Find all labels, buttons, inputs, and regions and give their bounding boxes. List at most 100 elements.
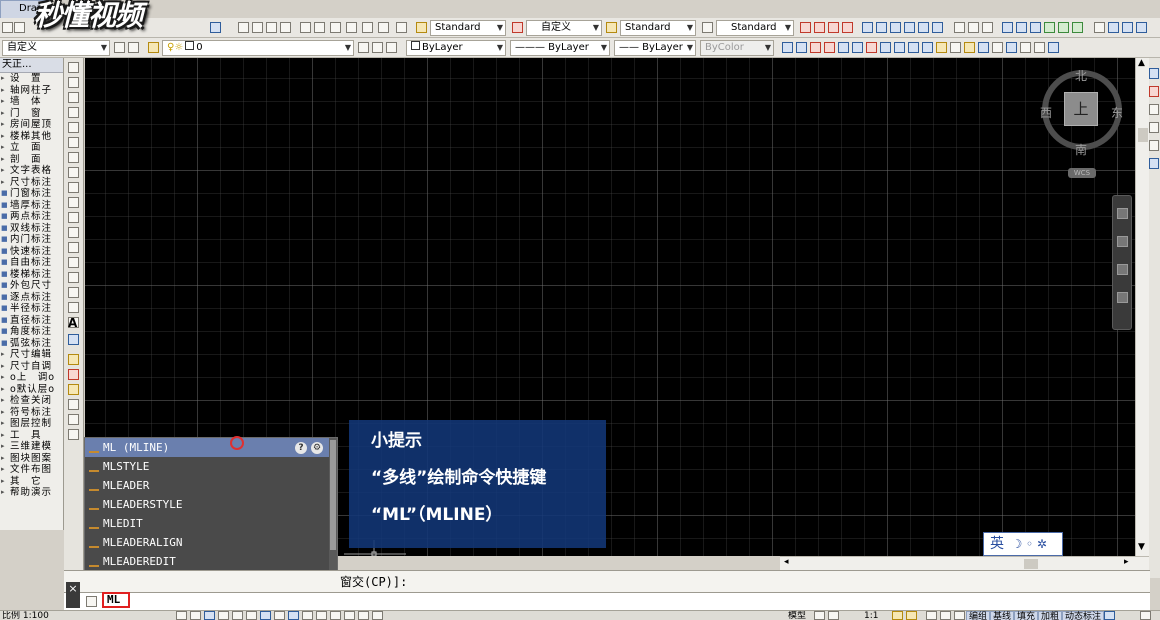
circle-icon[interactable] bbox=[68, 152, 79, 163]
tz-menu-item[interactable]: 检查关闭 bbox=[0, 395, 63, 407]
steering-wheel-icon[interactable] bbox=[1117, 208, 1128, 219]
help-icon[interactable]: ? bbox=[295, 442, 307, 454]
zoom-realtime-icon[interactable] bbox=[252, 22, 263, 33]
command-input[interactable]: ML bbox=[102, 592, 130, 608]
polygon-icon[interactable] bbox=[68, 107, 79, 118]
tz-draw-4-icon[interactable] bbox=[68, 399, 79, 410]
vertical-scrollbar[interactable]: ▲ ▼ bbox=[1135, 58, 1149, 556]
gradient-icon[interactable] bbox=[68, 287, 79, 298]
status-toggle-button[interactable]: 编组 bbox=[966, 611, 991, 620]
status-toggle-button[interactable]: 动态标注 bbox=[1062, 611, 1105, 620]
dyn-icon[interactable] bbox=[274, 611, 285, 620]
tz-menu-item[interactable]: 门窗标注 bbox=[0, 188, 63, 200]
zoom-nav-icon[interactable] bbox=[1117, 264, 1128, 275]
layer-manager-icon[interactable] bbox=[148, 42, 159, 53]
workspace-settings-icon[interactable] bbox=[114, 42, 125, 53]
dim-linear-icon[interactable] bbox=[800, 22, 811, 33]
right-tool-6-icon[interactable] bbox=[1149, 158, 1159, 169]
scroll-up-icon[interactable]: ▲ bbox=[1138, 58, 1145, 68]
right-tool-1-icon[interactable] bbox=[1149, 68, 1159, 79]
dim-style-manager-icon[interactable] bbox=[1108, 22, 1119, 33]
tz-draw-3-icon[interactable] bbox=[68, 384, 79, 395]
horizontal-scrollbar[interactable]: ◂ ▸ bbox=[780, 556, 1150, 570]
revision-cloud-icon[interactable] bbox=[68, 167, 79, 178]
tz-menu-item[interactable]: 尺寸自调 bbox=[0, 361, 63, 373]
autocomplete-item[interactable]: MLEADEREDIT bbox=[85, 552, 331, 571]
tz-tool-9-icon[interactable] bbox=[894, 42, 905, 53]
tz-tool-7-icon[interactable] bbox=[866, 42, 877, 53]
tz-tool-8-icon[interactable] bbox=[880, 42, 891, 53]
calculator-icon[interactable] bbox=[378, 22, 389, 33]
tz-menu-item[interactable]: 轴网柱子 bbox=[0, 85, 63, 97]
design-center-icon[interactable] bbox=[314, 22, 325, 33]
sheet-set-icon[interactable] bbox=[346, 22, 357, 33]
tz-menu-item[interactable]: 自由标注 bbox=[0, 257, 63, 269]
settings-icon[interactable]: ⚙ bbox=[311, 442, 323, 454]
layer-states-icon[interactable] bbox=[386, 42, 397, 53]
scroll-down-icon[interactable]: ▼ bbox=[1138, 542, 1145, 552]
right-tool-5-icon[interactable] bbox=[1149, 140, 1159, 151]
tz-menu-item[interactable]: 逐点标注 bbox=[0, 292, 63, 304]
osnap-icon[interactable] bbox=[232, 611, 243, 620]
center-mark-icon[interactable] bbox=[1016, 22, 1027, 33]
dim-jogged-icon[interactable] bbox=[876, 22, 887, 33]
clean-screen-icon[interactable] bbox=[1104, 611, 1115, 620]
polyline-icon[interactable] bbox=[68, 92, 79, 103]
dim-edit-icon[interactable] bbox=[1058, 22, 1069, 33]
tz-menu-item[interactable]: o上 调o bbox=[0, 372, 63, 384]
status-toggle-button[interactable]: 填充 bbox=[1014, 611, 1039, 620]
tz-tool-16-icon[interactable] bbox=[992, 42, 1003, 53]
tz-tool-3-icon[interactable] bbox=[810, 42, 821, 53]
tz-tool-2-icon[interactable] bbox=[796, 42, 807, 53]
tz-menu-item[interactable]: 角度标注 bbox=[0, 326, 63, 338]
text-style-dropdown[interactable]: Standard ▼ bbox=[430, 20, 506, 36]
inspection-icon[interactable] bbox=[1030, 22, 1041, 33]
point-icon[interactable] bbox=[68, 257, 79, 268]
tz-menu-title[interactable]: 天正... bbox=[0, 58, 63, 73]
ellipse-icon[interactable] bbox=[68, 197, 79, 208]
tz-menu-item[interactable]: 图层控制 bbox=[0, 418, 63, 430]
right-tool-3-icon[interactable] bbox=[1149, 104, 1159, 115]
auto-scale-icon[interactable] bbox=[906, 611, 917, 620]
tz-menu-item[interactable]: 房间屋顶 bbox=[0, 119, 63, 131]
horizontal-scroll-thumb[interactable] bbox=[1024, 559, 1038, 569]
ortho-icon[interactable] bbox=[204, 611, 215, 620]
tz-draw-5-icon[interactable] bbox=[68, 414, 79, 425]
tz-tool-15-icon[interactable] bbox=[978, 42, 989, 53]
otrack-icon[interactable] bbox=[246, 611, 257, 620]
right-tool-4-icon[interactable] bbox=[1149, 122, 1159, 133]
viewcube-west[interactable]: 西 bbox=[1040, 104, 1052, 121]
ime-mode-icons[interactable]: ☽ ◦ ✲ bbox=[1011, 537, 1047, 551]
dim-ordinate-icon[interactable] bbox=[842, 22, 853, 33]
navigation-bar[interactable] bbox=[1112, 195, 1132, 330]
zoom-window-icon[interactable] bbox=[266, 22, 277, 33]
scroll-right-icon[interactable]: ▸ bbox=[1124, 557, 1129, 567]
tz-menu-item[interactable]: 设 置 bbox=[0, 73, 63, 85]
arc-icon[interactable] bbox=[68, 137, 79, 148]
add-selected-icon[interactable] bbox=[68, 334, 79, 345]
construction-line-icon[interactable] bbox=[68, 77, 79, 88]
tz-tool-19-icon[interactable] bbox=[1034, 42, 1045, 53]
model-tab[interactable]: 模型 bbox=[788, 611, 806, 620]
lwt-icon[interactable] bbox=[288, 611, 299, 620]
tz-menu-item[interactable]: 楼梯标注 bbox=[0, 269, 63, 281]
tz-menu-item[interactable]: 文字表格 bbox=[0, 165, 63, 177]
tz-tool-6-icon[interactable] bbox=[852, 42, 863, 53]
tz-tool-11-icon[interactable] bbox=[922, 42, 933, 53]
quick-view-drawings-icon[interactable] bbox=[828, 611, 839, 620]
dim-text-edit-icon[interactable] bbox=[1072, 22, 1083, 33]
tz-menu-item[interactable]: 其 它 bbox=[0, 476, 63, 488]
make-block-icon[interactable] bbox=[68, 242, 79, 253]
mleader-style-dropdown[interactable]: Standard ▼ bbox=[716, 20, 794, 36]
properties-icon[interactable] bbox=[300, 22, 311, 33]
redo-icon[interactable] bbox=[210, 22, 221, 33]
layer-dropdown[interactable]: ♀☼ 0 ▼ bbox=[162, 40, 354, 56]
ime-status-bar[interactable]: 英 ☽ ◦ ✲ bbox=[983, 532, 1063, 556]
tz-menu-item[interactable]: 图块图案 bbox=[0, 453, 63, 465]
pan-nav-icon[interactable] bbox=[1117, 236, 1128, 247]
sc-icon[interactable] bbox=[330, 611, 341, 620]
tz-tool-18-icon[interactable] bbox=[1020, 42, 1031, 53]
autocomplete-item[interactable]: MLEADER bbox=[85, 476, 331, 495]
qp-icon[interactable] bbox=[316, 611, 327, 620]
table-style-dropdown[interactable]: Standard ▼ bbox=[620, 20, 696, 36]
